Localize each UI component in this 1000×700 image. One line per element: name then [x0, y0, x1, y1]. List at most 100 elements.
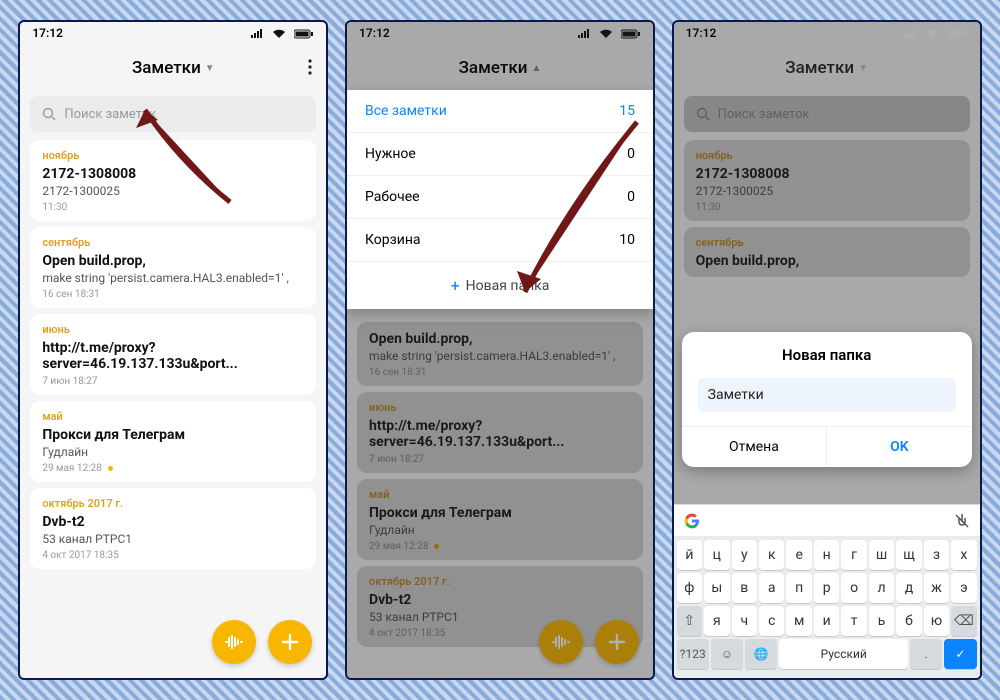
key[interactable]: х — [951, 540, 976, 570]
note-title: Open build.prop, — [42, 253, 304, 269]
note-title: 2172-1308008 — [42, 166, 304, 182]
page-header: Заметки ▼ — [674, 44, 980, 92]
key[interactable]: д — [896, 573, 921, 603]
folders-dropdown: Все заметки 15 Нужное 0 Рабочее 0 Корзин… — [347, 90, 653, 309]
voice-note-button[interactable] — [212, 620, 256, 664]
folder-row-all[interactable]: Все заметки 15 — [347, 90, 653, 133]
note-subtitle: Гудлайн — [42, 445, 304, 459]
key[interactable]: п — [786, 573, 811, 603]
key[interactable]: к — [759, 540, 784, 570]
key[interactable]: и — [814, 606, 839, 636]
folder-name-input[interactable]: Заметки — [698, 378, 956, 412]
note-meta: 11:30 — [42, 202, 304, 213]
mic-off-icon[interactable] — [954, 513, 970, 529]
cancel-button[interactable]: Отмена — [682, 427, 828, 467]
new-folder-button[interactable]: + Новая папка — [347, 262, 653, 309]
keyboard-suggestion-bar — [674, 504, 980, 536]
key[interactable]: ⇧ — [677, 606, 702, 636]
key[interactable]: л — [869, 573, 894, 603]
key[interactable]: ь — [869, 606, 894, 636]
audio-wave-icon — [224, 635, 244, 649]
note-card[interactable]: сентябрь Open build.prop, make string 'p… — [30, 227, 316, 308]
chevron-down-icon: ▼ — [858, 63, 868, 74]
folder-count: 15 — [619, 103, 635, 119]
key[interactable]: а — [759, 573, 784, 603]
note-card[interactable]: июнь http://t.me/proxy?server=46.19.137.… — [30, 314, 316, 395]
key[interactable]: ф — [677, 573, 702, 603]
folder-count: 0 — [627, 146, 635, 162]
key[interactable]: е — [786, 540, 811, 570]
search-icon — [42, 107, 56, 121]
status-time: 17:12 — [32, 26, 63, 40]
new-note-button[interactable] — [268, 620, 312, 664]
key[interactable]: щ — [896, 540, 921, 570]
key[interactable]: м — [786, 606, 811, 636]
key[interactable]: б — [896, 606, 921, 636]
note-meta: 16 сен 18:31 — [42, 289, 304, 300]
note-title: Прокси для Телеграм — [42, 427, 304, 443]
google-icon[interactable] — [684, 513, 700, 529]
folder-name: Рабочее — [365, 189, 420, 205]
key[interactable]: я — [704, 606, 729, 636]
key[interactable]: з — [924, 540, 949, 570]
folder-count: 10 — [619, 232, 635, 248]
key[interactable]: ч — [732, 606, 757, 636]
new-folder-dialog: Новая папка Заметки Отмена OK — [682, 332, 972, 467]
key[interactable]: у — [732, 540, 757, 570]
note-card[interactable]: октябрь 2017 г. Dvb-t2 53 канал РТРС1 4 … — [30, 488, 316, 569]
phone-screen-2: 17:12 Заметки ▲ Open build.prop, make st… — [345, 20, 655, 680]
reminder-dot-icon — [108, 466, 113, 471]
keyboard-row-bottom: ?123☺🌐Русский.✓ — [677, 639, 977, 669]
key[interactable]: т — [841, 606, 866, 636]
key[interactable]: р — [814, 573, 839, 603]
ok-button[interactable]: OK — [827, 427, 972, 467]
signal-icon — [250, 29, 264, 39]
note-month: ноябрь — [42, 149, 304, 162]
search-input[interactable]: Поиск заметок — [30, 96, 316, 132]
folder-row[interactable]: Нужное 0 — [347, 133, 653, 176]
search-placeholder: Поиск заметок — [64, 107, 156, 122]
note-month: май — [42, 410, 304, 423]
folder-row-trash[interactable]: Корзина 10 — [347, 219, 653, 262]
key[interactable]: . — [910, 639, 942, 669]
phone-screen-1: 17:12 Заметки ▼ Поиск заметок ноябрь 217… — [18, 20, 328, 680]
key[interactable]: с — [759, 606, 784, 636]
folder-row[interactable]: Рабочее 0 — [347, 176, 653, 219]
note-card[interactable]: май Прокси для Телеграм Гудлайн 29 мая 1… — [30, 401, 316, 482]
key[interactable]: 🌐 — [745, 639, 777, 669]
key[interactable]: э — [951, 573, 976, 603]
key[interactable]: ц — [704, 540, 729, 570]
header-title[interactable]: Заметки — [132, 58, 201, 78]
key[interactable]: ✓ — [944, 639, 976, 669]
key[interactable]: ж — [924, 573, 949, 603]
note-subtitle: 2172-1300025 — [42, 184, 304, 198]
key[interactable]: ш — [869, 540, 894, 570]
space-key[interactable]: Русский — [779, 639, 908, 669]
key[interactable]: ☺ — [711, 639, 743, 669]
key[interactable]: г — [841, 540, 866, 570]
header-title: Заметки — [785, 58, 854, 78]
key[interactable]: й — [677, 540, 702, 570]
status-icons — [245, 26, 314, 40]
statusbar: 17:12 — [20, 22, 326, 44]
note-month: октябрь 2017 г. — [42, 497, 304, 510]
key[interactable]: в — [732, 573, 757, 603]
note-month: июнь — [42, 323, 304, 336]
phone-screen-3: 17:12 Заметки ▼ Поиск заметок ноябрь 217… — [672, 20, 982, 680]
note-title: Dvb-t2 — [42, 514, 304, 530]
key[interactable]: ю — [924, 606, 949, 636]
plus-icon: + — [451, 276, 460, 295]
new-folder-label: Новая папка — [466, 278, 550, 294]
folder-count: 0 — [627, 189, 635, 205]
note-month: сентябрь — [42, 236, 304, 249]
key[interactable]: ?123 — [677, 639, 709, 669]
note-card[interactable]: ноябрь 2172-1308008 2172-1300025 11:30 — [30, 140, 316, 221]
key[interactable]: ы — [704, 573, 729, 603]
note-title: http://t.me/proxy?server=46.19.137.133u&… — [42, 340, 304, 372]
menu-dots-icon[interactable] — [308, 58, 312, 81]
folder-name: Нужное — [365, 146, 416, 162]
keyboard-row: йцукенгшщзх — [677, 540, 977, 570]
key[interactable]: ⌫ — [951, 606, 976, 636]
key[interactable]: н — [814, 540, 839, 570]
key[interactable]: о — [841, 573, 866, 603]
